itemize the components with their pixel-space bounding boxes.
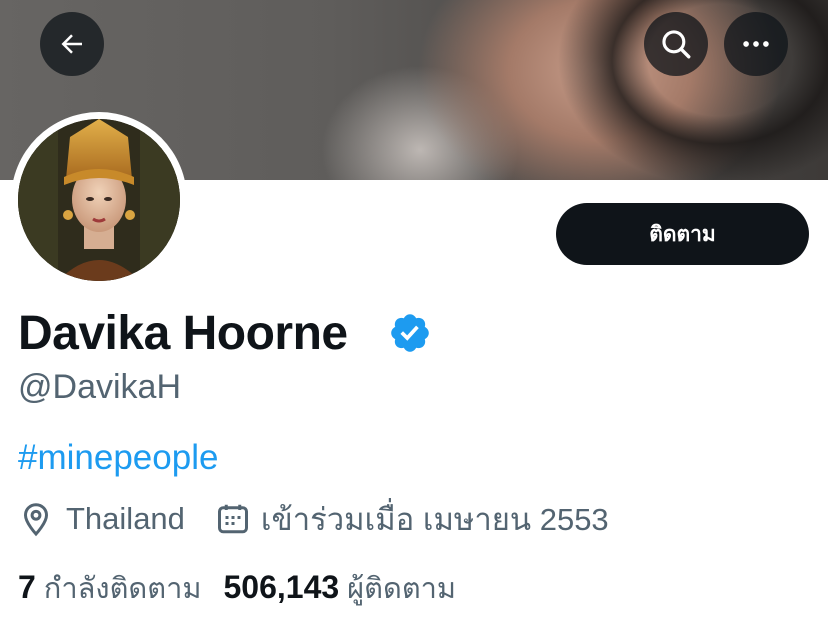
avatar-portrait [18, 119, 180, 281]
following-link[interactable]: 7 กำลังติดตาม [18, 565, 201, 611]
avatar[interactable] [18, 119, 180, 281]
calendar-icon [217, 504, 248, 534]
following-label: กำลังติดตาม [43, 571, 202, 605]
followers-count: 506,143 [223, 569, 340, 605]
more-horizontal-icon [743, 41, 769, 47]
followers-label: ผู้ติดตาม [347, 571, 457, 605]
display-name: Davika Hoorne [18, 307, 348, 360]
follow-button[interactable]: ติดตาม [556, 203, 809, 265]
more-button[interactable] [724, 12, 788, 76]
location-text: Thailand [66, 501, 185, 536]
search-icon [662, 30, 691, 59]
followers-link[interactable]: 506,143 ผู้ติดตาม [223, 565, 456, 611]
profile-handle: @DavikaH [18, 368, 181, 406]
bio-hashtag-link[interactable]: #minepeople [18, 438, 218, 478]
join-date-text: เข้าร่วมเมื่อ เมษายน 2553 [260, 502, 609, 537]
search-button[interactable] [644, 12, 708, 76]
profile-meta: Thailand เข้าร่วมเมื่อ เมษายน 2553 [18, 497, 609, 541]
following-count: 7 [18, 569, 36, 605]
verified-badge-icon [391, 314, 429, 352]
follow-stats: 7 กำลังติดตาม 506,143 ผู้ติดตาม [18, 566, 456, 610]
location-pin-icon [23, 503, 49, 537]
back-button[interactable] [40, 12, 104, 76]
avatar-frame [11, 112, 187, 288]
arrow-left-icon [61, 34, 82, 54]
